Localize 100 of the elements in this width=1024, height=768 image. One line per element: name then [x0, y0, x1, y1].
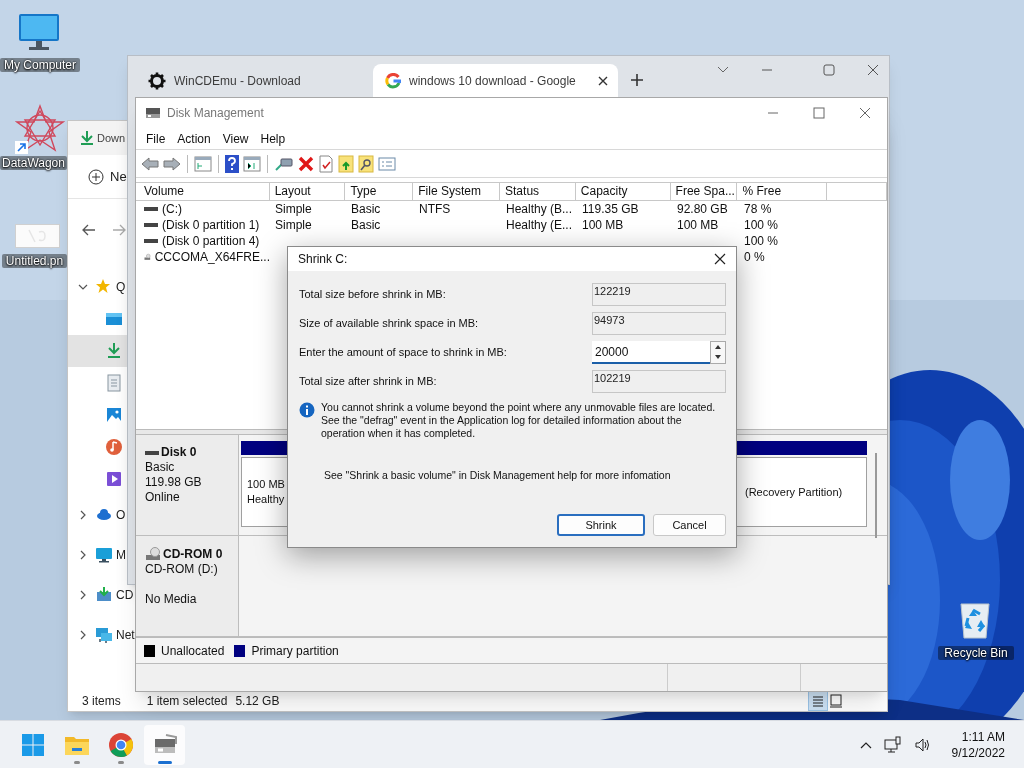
table-cell-text: 100 %	[744, 217, 779, 234]
disk-info: Basic	[145, 460, 176, 475]
table-cell-text: (Disk 0 partition 4)	[162, 233, 260, 250]
volume-icon[interactable]	[913, 736, 932, 753]
back-icon[interactable]	[82, 224, 96, 236]
checklist-icon[interactable]	[318, 154, 334, 173]
column-header[interactable]: Free Spa...	[670, 183, 738, 200]
disk-info: 119.98 GB	[145, 475, 203, 490]
forward-icon[interactable]	[163, 155, 181, 172]
picture-icon[interactable]	[105, 406, 123, 424]
chevron-down-icon[interactable]	[717, 66, 729, 74]
field-label: Size of available shrink space in MB:	[299, 316, 479, 332]
nav-item[interactable]: Q	[116, 278, 126, 296]
menu-item[interactable]: File	[140, 129, 172, 148]
table-cell-text: Healthy (E...	[506, 217, 573, 234]
help-icon[interactable]	[225, 154, 239, 173]
table-cell-text: 100 %	[744, 233, 779, 250]
disk-name: CD-ROM 0	[163, 546, 223, 562]
menu-item[interactable]: View	[216, 129, 255, 148]
details-view-icon[interactable]	[809, 692, 827, 710]
readonly-field: 102219	[592, 370, 726, 393]
new-tab-icon[interactable]	[630, 73, 644, 87]
close-icon[interactable]	[598, 76, 608, 86]
disk-name: Disk 0	[161, 445, 197, 460]
table-cell-text: 92.80 GB	[677, 201, 728, 218]
table-cell-text: 0 %	[744, 249, 765, 266]
disk-drive-icon	[145, 106, 161, 120]
desktop-icon[interactable]	[105, 310, 123, 328]
icon-label[interactable]: My Computer	[0, 58, 80, 72]
status-text: 3 items	[82, 693, 121, 710]
scrollbar-thumb[interactable]	[875, 453, 877, 538]
plus-icon	[88, 168, 104, 185]
clock-time[interactable]: 1:11 AM	[961, 728, 1005, 745]
partition-text: (Recovery Partition)	[745, 484, 844, 500]
chevron-right-icon[interactable]	[78, 590, 88, 600]
field-label: Enter the amount of space to shrink in MB:	[299, 345, 507, 361]
icon-label[interactable]: Recycle Bin	[938, 646, 1014, 660]
star-pattern-icon	[15, 104, 65, 154]
menu-item[interactable]: Action	[171, 129, 217, 148]
network-icon[interactable]	[883, 735, 902, 754]
nav-item[interactable]: M	[116, 546, 126, 564]
video-icon[interactable]	[105, 470, 123, 488]
tab-title: WinCDEmu - Download	[174, 73, 301, 90]
spin-field[interactable]: 20000	[592, 341, 710, 364]
cd-drive-icon	[145, 546, 161, 562]
column-header[interactable]: % Free	[737, 183, 828, 200]
nav-item[interactable]: CD	[116, 586, 134, 604]
image-thumbnail-icon	[15, 224, 60, 248]
tiles-view-icon[interactable]	[827, 692, 845, 710]
browser-icon[interactable]	[107, 731, 134, 758]
chevron-right-icon[interactable]	[78, 510, 88, 520]
dialog-button[interactable]: Cancel	[653, 514, 726, 536]
dialog-button[interactable]: Shrink	[557, 514, 645, 536]
column-header[interactable]: File System	[413, 183, 501, 200]
delete-icon[interactable]	[298, 155, 314, 172]
nav-item[interactable]: Net	[116, 626, 135, 644]
nav-item[interactable]: O	[116, 506, 126, 524]
monitor-icon	[95, 546, 113, 564]
column-header[interactable]: Volume	[139, 183, 270, 200]
back-icon[interactable]	[141, 155, 159, 172]
close-icon[interactable]	[714, 253, 726, 265]
chevron-up-icon[interactable]	[859, 740, 872, 749]
chevron-down-icon[interactable]	[78, 282, 88, 292]
folder-up-icon[interactable]	[338, 154, 354, 173]
forward-icon[interactable]	[112, 224, 126, 236]
chevron-right-icon[interactable]	[78, 630, 88, 640]
table-cell-text: 100 MB	[582, 217, 624, 234]
disk-info: No Media	[145, 592, 198, 607]
column-header[interactable]: Capacity	[575, 183, 671, 200]
disk-info: Online	[145, 490, 181, 505]
new-button[interactable]: Ne	[88, 166, 127, 187]
status-text: 5.12 GB	[235, 693, 280, 710]
clock-date[interactable]: 9/12/2022	[951, 744, 1005, 761]
info-icon	[299, 402, 315, 418]
recycle-bin-icon	[957, 600, 993, 640]
console-tree-icon[interactable]	[194, 155, 212, 172]
maximize-icon[interactable]	[813, 107, 825, 119]
menu-item[interactable]: Help	[254, 129, 292, 148]
music-icon[interactable]	[105, 438, 123, 456]
legend-label: Unallocated	[161, 642, 225, 660]
column-header[interactable]: Layout	[269, 183, 346, 200]
disk-info: CD-ROM (D:)	[145, 562, 219, 577]
maximize-icon[interactable]	[823, 64, 835, 76]
connect-icon[interactable]	[274, 155, 294, 172]
browser-tab[interactable]: windows 10 download - Google	[373, 64, 618, 98]
window-title: Disk Management	[167, 105, 264, 122]
column-header[interactable]: Status	[500, 183, 576, 200]
partition-text: 100 MB	[247, 477, 286, 492]
icon-label[interactable]: Untitled.pn	[2, 254, 67, 268]
chevron-right-icon[interactable]	[78, 550, 88, 560]
browser-tab[interactable]: WinCDEmu - Download	[136, 64, 373, 98]
column-header[interactable]: Type	[345, 183, 414, 200]
dialog-title: Shrink C:	[298, 251, 348, 268]
info-text: You cannot shrink a volume beyond the point where any unmovable files are located. See the "defrag" event in the Application log for detailed information about the operation when it has completed.	[321, 401, 717, 440]
icon-label[interactable]: DataWagon	[0, 156, 67, 170]
download-icon	[80, 130, 94, 146]
action-pane-icon[interactable]	[243, 155, 261, 172]
folder-search-icon[interactable]	[358, 154, 374, 173]
download-icon[interactable]	[105, 342, 123, 360]
start-icon[interactable]	[19, 731, 46, 758]
